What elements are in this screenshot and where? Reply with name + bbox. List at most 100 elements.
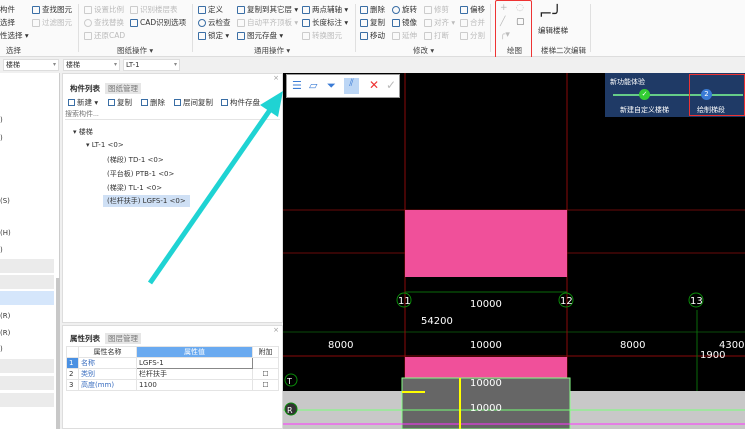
trim-button[interactable]: 修剪 [424, 4, 449, 15]
filter-icon[interactable]: ⏷ [327, 79, 336, 93]
component-type-select[interactable]: 楼梯 [63, 59, 120, 71]
nav-group[interactable] [0, 376, 54, 390]
break-button[interactable]: 打断 [424, 30, 449, 41]
set-scale-button[interactable]: 设置比例 [84, 4, 124, 15]
recognize-floor-button[interactable]: 识别楼层表 [130, 4, 178, 15]
confirm-icon[interactable]: ✓ [386, 78, 396, 92]
tab-property-list[interactable]: 属性列表 [67, 333, 103, 344]
offset-button[interactable]: 偏移 [460, 4, 485, 15]
find-element-button[interactable]: 查找图元 [32, 4, 72, 15]
auto-flush-button[interactable]: 自动平齐顶板 ▾ [237, 17, 298, 28]
railing-icon[interactable]: ⫽ [344, 78, 359, 94]
tree-node-stairs[interactable]: ▾ 楼梯 [73, 127, 93, 137]
select-button[interactable]: 选择 [0, 17, 15, 28]
step-draw-segment[interactable]: 绘制梯段 [697, 105, 725, 115]
divider [355, 4, 356, 52]
filter-icon [32, 18, 40, 27]
nav-group[interactable] [0, 393, 54, 407]
save-icon [237, 31, 245, 40]
nav-group[interactable] [0, 259, 54, 273]
offset-icon [460, 5, 468, 14]
platform-icon[interactable]: ▱ [309, 79, 317, 92]
merge-button[interactable]: 合并 [460, 17, 485, 28]
define-button[interactable]: 定义 [198, 4, 223, 15]
point-draw-icon[interactable]: + [500, 3, 508, 13]
nav-group[interactable] [0, 359, 54, 373]
dimension-label: 1900 [700, 350, 725, 361]
navigation-panel: ) ) (S) (H) ) (R) (R) ) [0, 73, 60, 429]
line-draw-icon[interactable]: ╱ [500, 17, 505, 27]
label: 延伸 [402, 31, 417, 40]
cloud-check-button[interactable]: 云检查 [198, 17, 231, 28]
label: 云检查 [208, 18, 231, 27]
group-label-common-ops: 通用操作 ▾ [254, 46, 291, 55]
nav-item[interactable]: ) [0, 342, 54, 356]
delete-button[interactable]: 删除 [360, 4, 385, 15]
restore-cad-button[interactable]: 还原CAD [84, 30, 125, 41]
copy-button[interactable]: 复制 [360, 17, 385, 28]
nav-item[interactable]: (R) [0, 309, 54, 323]
cancel-icon[interactable]: ✕ [369, 78, 379, 92]
close-icon[interactable]: × [273, 74, 279, 82]
component-button[interactable]: 构件 [0, 4, 15, 15]
edit-stair-icon[interactable]: ⌐╯ [539, 4, 562, 23]
move-button[interactable]: 移动 [360, 30, 385, 41]
align-button[interactable]: 对齐 ▾ [424, 17, 455, 28]
step-create-custom-stair[interactable]: 新建自定义楼梯 [620, 105, 669, 115]
circle-draw-icon[interactable]: ◌ [516, 3, 524, 13]
nav-group[interactable] [0, 275, 54, 289]
extend-button[interactable]: 延伸 [392, 30, 417, 41]
tree-node-lt1[interactable]: ▾ LT-1 <0> [86, 141, 124, 149]
copy-layer-icon [237, 5, 245, 14]
nav-item[interactable]: ) [0, 113, 54, 127]
rectangle-draw-icon[interactable]: ▢ [516, 17, 525, 27]
copy-to-layer-button[interactable]: 复制到其它层 ▾ [237, 4, 298, 15]
property-table: 属性名称 属性值 附加 1 名称 LGFS-1 2 类别 栏杆扶手 ☐ 3 高度(mm) 1100… [66, 346, 279, 391]
batch-select-button[interactable]: 性选择 ▾ [0, 30, 29, 41]
find-replace-button[interactable]: 查找替换 [84, 17, 124, 28]
tab-layer-management[interactable]: 图层管理 [105, 333, 141, 344]
length-dim-button[interactable]: 长度标注 ▾ [302, 17, 348, 28]
property-value[interactable]: 栏杆扶手 [136, 368, 253, 380]
extra-checkbox[interactable]: ☐ [252, 379, 279, 391]
rotate-button[interactable]: 旋转 [392, 4, 417, 15]
floor-type-select[interactable]: 楼梯 [3, 59, 59, 71]
filter-element-button[interactable]: 过滤图元 [32, 17, 72, 28]
lock-button[interactable]: 锁定 ▾ [198, 30, 229, 41]
component-select[interactable]: LT-1 [123, 59, 180, 71]
nav-item[interactable]: (R) [0, 326, 54, 340]
table-row[interactable]: 1 名称 LGFS-1 [66, 357, 279, 369]
label: 旋转 [402, 5, 417, 14]
nav-item[interactable]: (S) [0, 194, 54, 208]
save-element-button[interactable]: 图元存盘 ▾ [237, 30, 283, 41]
arrow-head [260, 91, 283, 117]
property-value[interactable]: 1100 [136, 379, 253, 391]
extra-checkbox[interactable]: ☐ [252, 368, 279, 380]
new-button[interactable]: 新建 ▾ [68, 97, 98, 108]
new-feature-title: 新功能体验 [610, 78, 645, 86]
table-row[interactable]: 2 类别 栏杆扶手 ☐ [66, 368, 279, 380]
nav-item[interactable]: ) [0, 243, 54, 257]
close-icon[interactable]: × [273, 326, 279, 334]
table-row[interactable]: 3 高度(mm) 1100 ☐ [66, 379, 279, 391]
property-value-input[interactable]: LGFS-1 [136, 357, 253, 369]
cad-drawing[interactable]: 11 12 13 T R 10000 54200 8000 10000 8000… [283, 73, 745, 429]
nav-item-selected[interactable] [0, 291, 54, 305]
scrollbar[interactable] [56, 278, 60, 429]
label: 删除 [370, 5, 385, 14]
cad-options-button[interactable]: CAD识别选项 [130, 17, 186, 28]
cloud-icon [198, 18, 206, 27]
drawing-canvas[interactable]: 11 12 13 T R 10000 54200 8000 10000 8000… [283, 73, 745, 429]
convert-element-button[interactable]: 转换图元 [302, 30, 342, 41]
edit-stair-button[interactable]: 编辑楼梯 [538, 25, 568, 36]
copy-icon [108, 99, 115, 106]
arc-draw-icon[interactable]: ╭▾ [500, 30, 510, 40]
nav-item[interactable]: (H) [0, 226, 54, 240]
tab-drawing-management[interactable]: 图纸管理 [105, 83, 141, 94]
split-button[interactable]: 分割 [460, 30, 485, 41]
copy-component-button[interactable]: 复制 [108, 97, 132, 108]
nav-item[interactable]: ) [0, 131, 54, 145]
tab-component-list[interactable]: 构件列表 [67, 83, 103, 94]
two-point-axis-button[interactable]: 两点辅轴 ▾ [302, 4, 348, 15]
mirror-button[interactable]: 镜像 [392, 17, 417, 28]
